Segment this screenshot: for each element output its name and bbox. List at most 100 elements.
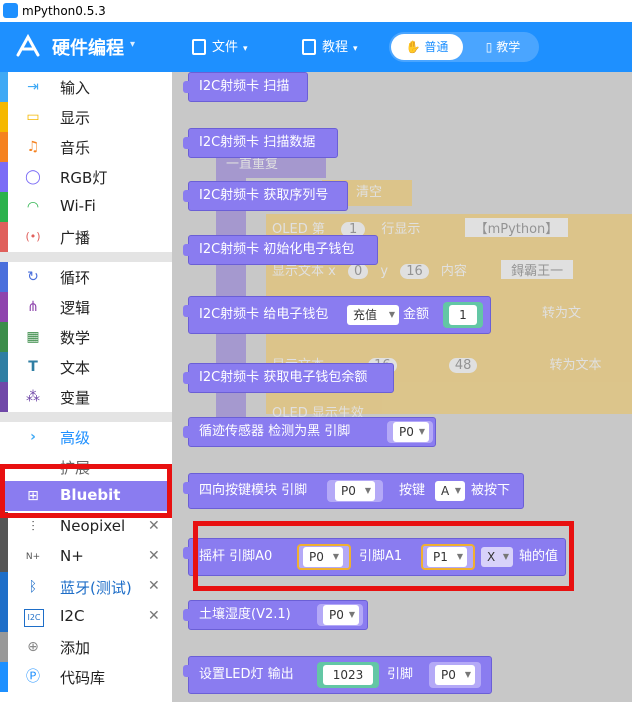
video-icon: [302, 39, 316, 55]
close-icon[interactable]: ✕: [148, 578, 160, 594]
chevron-down-icon: ▼: [388, 310, 395, 319]
ghost-x-value: 0: [347, 264, 369, 279]
sidebar-item-add[interactable]: ⊕ 添加: [0, 632, 172, 662]
sliders-icon: ⫶: [31, 519, 35, 535]
sidebar-item-label: 逻辑: [60, 299, 91, 317]
sidebar-item-loop[interactable]: ↻ 循环: [0, 262, 172, 292]
app-icon: [3, 3, 18, 18]
menu-file[interactable]: 文件 ▾: [192, 36, 248, 55]
chevron-down-icon: ▼: [418, 427, 425, 436]
sidebar-item-label: 代码库: [60, 669, 106, 687]
sidebar-item-math[interactable]: ▦ 数学: [0, 322, 172, 352]
sidebar-item-nplus[interactable]: N+ N+ ✕: [0, 542, 172, 572]
dropdown-value: P0: [329, 608, 344, 622]
ghost-y-label: y: [380, 264, 389, 279]
sidebar-item-label: 变量: [60, 389, 91, 407]
chevron-right-icon: ›: [30, 429, 36, 445]
sidebar-item-label: 数学: [60, 329, 91, 347]
wifi-icon: ◠: [26, 199, 40, 215]
ghost-string-value: 鍀霸王一: [501, 260, 574, 279]
sidebar-item-wifi[interactable]: ◠ Wi-Fi: [0, 192, 172, 222]
ghost-y-value: 16: [400, 264, 429, 279]
pin-dropdown[interactable]: P0 ▼: [323, 605, 359, 625]
block-label: I2C射频卡 初始化电子钱包: [199, 242, 355, 257]
pin-dropdown[interactable]: P0 ▼: [335, 481, 375, 501]
sidebar-item-label: 添加: [60, 639, 91, 657]
highlight-box: [193, 521, 574, 591]
pin-dropdown[interactable]: P0 ▼: [393, 422, 429, 442]
block-label: I2C射频卡 获取电子钱包余额: [199, 370, 368, 385]
logic-icon: ⋔: [27, 299, 39, 315]
ghost-y-value: 48: [448, 358, 478, 373]
sidebar-item-label: Wi-Fi: [60, 197, 96, 215]
sidebar-item-library[interactable]: Ⓟ 代码库: [0, 662, 172, 692]
sidebar-item-advanced[interactable]: › 高级: [0, 422, 172, 452]
sidebar-item-label: 循环: [60, 269, 91, 287]
toggle-teaching[interactable]: ▯ 教学: [469, 34, 537, 60]
i2c-icon: I2C: [24, 609, 44, 627]
input-icon: ⇥: [27, 79, 39, 95]
block-line-sensor[interactable]: 循迹传感器 检测为黑 引脚 P0 ▼: [183, 417, 436, 447]
block-rfid-serial[interactable]: I2C射频卡 获取序列号: [183, 181, 348, 211]
amount-input[interactable]: 1: [449, 305, 477, 325]
menu-file-label: 文件: [212, 40, 239, 55]
sidebar-item-bluetooth[interactable]: ᛒ 蓝牙(测试) ✕: [0, 572, 172, 602]
block-label: I2C射频卡 给电子钱包: [199, 307, 329, 322]
dropdown-value: 充值: [353, 308, 378, 322]
block-rfid-wallet-balance[interactable]: I2C射频卡 获取电子钱包余额: [183, 363, 394, 393]
text-icon: T: [28, 359, 38, 375]
block-label: I2C射频卡 获取序列号: [199, 188, 329, 203]
close-icon[interactable]: ✕: [148, 518, 160, 534]
sidebar-item-i2c[interactable]: I2C I2C ✕: [0, 602, 172, 632]
sidebar-item-logic[interactable]: ⋔ 逻辑: [0, 292, 172, 322]
key-label: 按键: [399, 483, 426, 498]
dropdown-value: P0: [441, 668, 456, 682]
sidebar-item-broadcast[interactable]: (•) 广播: [0, 222, 172, 252]
sidebar-item-variable[interactable]: ⁂ 变量: [0, 382, 172, 412]
block-four-way-key[interactable]: 四向按键模块 引脚 P0 ▼ 按键 A ▼ 被按下: [183, 473, 524, 509]
sidebar-divider: [0, 412, 172, 422]
sidebar-divider: [0, 252, 172, 262]
block-label: I2C射频卡 扫描: [199, 79, 290, 94]
block-rfid-wallet-charge[interactable]: I2C射频卡 给电子钱包 充值 ▼ 金额 1: [183, 296, 491, 334]
sidebar-item-label: 广播: [60, 229, 91, 247]
block-soil-moisture[interactable]: 土壤湿度(V2.1) P0 ▼: [183, 600, 368, 630]
sidebar-item-display[interactable]: ▭ 显示: [0, 102, 172, 132]
mode-title[interactable]: 硬件编程: [52, 34, 124, 60]
chevron-down-icon: ▼: [348, 610, 355, 619]
broadcast-icon: (•): [25, 230, 41, 243]
mode-toggle[interactable]: ✋ 普通 ▯ 教学: [389, 32, 539, 62]
dropdown-value: A: [441, 484, 450, 498]
close-icon[interactable]: ✕: [148, 548, 160, 564]
block-workspace[interactable]: 一直重复 清空 OLED 第 1 行显示 【mPython】 显示文本 x 0 …: [172, 72, 632, 702]
block-rfid-scan[interactable]: I2C射频卡 扫描: [183, 72, 308, 102]
sidebar-item-text[interactable]: T 文本: [0, 352, 172, 382]
pin-dropdown[interactable]: P0 ▼: [435, 665, 475, 685]
chevron-down-icon: ▾: [353, 44, 358, 54]
library-icon: Ⓟ: [26, 669, 40, 685]
pin-label: 引脚: [387, 667, 414, 682]
block-rfid-scan-data[interactable]: I2C射频卡 扫描数据: [183, 128, 338, 158]
block-rfid-wallet-init[interactable]: I2C射频卡 初始化电子钱包: [183, 235, 378, 265]
sidebar-item-music[interactable]: ♫ 音乐: [0, 132, 172, 162]
toggle-normal-label: 普通: [424, 40, 449, 54]
sidebar-item-label: RGB灯: [60, 169, 108, 187]
toggle-teaching-label: 教学: [496, 40, 521, 54]
sidebar-item-input[interactable]: ⇥ 输入: [0, 72, 172, 102]
block-label: 循迹传感器 检测为黑 引脚: [199, 424, 351, 439]
sidebar-item-label: 高级: [60, 429, 91, 447]
sidebar-item-label: Neopixel: [60, 517, 126, 535]
sidebar-item-rgb[interactable]: ◯ RGB灯: [0, 162, 172, 192]
sidebar-item-label: 显示: [60, 109, 91, 127]
amount-label: 金额: [403, 307, 430, 322]
led-value-input[interactable]: 1023: [323, 665, 373, 685]
menu-tutorial[interactable]: 教程 ▾: [302, 36, 358, 55]
wallet-action-dropdown[interactable]: 充值 ▼: [347, 305, 399, 325]
toggle-normal[interactable]: ✋ 普通: [391, 34, 463, 60]
key-dropdown[interactable]: A ▼: [435, 481, 465, 501]
highlight-box: [0, 464, 172, 518]
sidebar-item-label: 音乐: [60, 139, 91, 157]
chevron-down-icon[interactable]: ▾: [130, 39, 135, 50]
close-icon[interactable]: ✕: [148, 608, 160, 624]
block-led-output[interactable]: 设置LED灯 输出 1023 引脚 P0 ▼: [183, 656, 492, 694]
